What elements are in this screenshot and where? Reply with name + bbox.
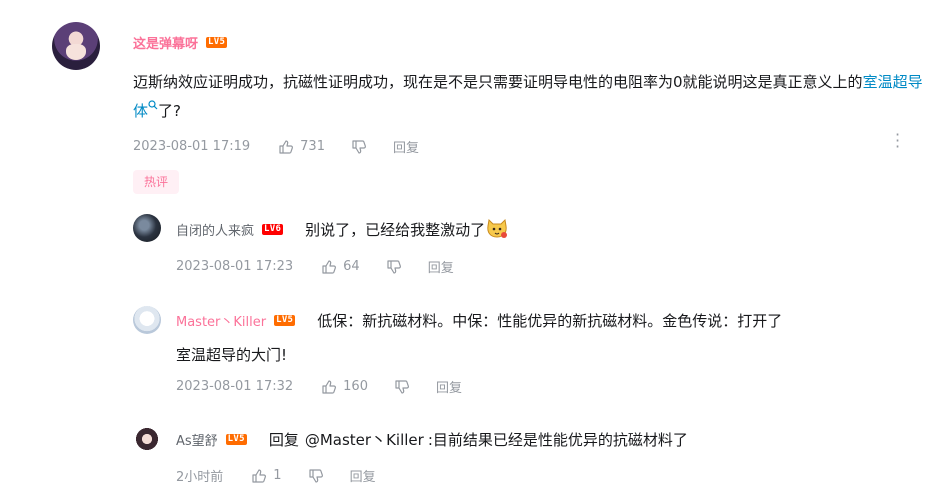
reply-button[interactable]: 回复 <box>436 377 462 396</box>
level-badge: LV5 <box>225 434 247 445</box>
comment-header: 这是弹幕呀 LV5 <box>133 33 228 52</box>
dislike-icon[interactable] <box>386 259 402 275</box>
like-icon[interactable] <box>278 139 294 155</box>
reply-prefix: 回复 <box>268 431 299 449</box>
username[interactable]: 自闭的人来疯 <box>176 220 254 239</box>
like-count: 1 <box>273 468 282 483</box>
like-icon[interactable] <box>321 379 337 395</box>
comment-text-end: 了? <box>158 102 181 120</box>
reply-meta: 2023-08-01 17:32 160 回复 <box>176 377 462 396</box>
avatar[interactable] <box>133 425 161 453</box>
avatar[interactable] <box>133 214 161 242</box>
reply-text: :目前结果已经是性能优异的抗磁材料了 <box>427 431 688 449</box>
reply-row: 自闭的人来疯 LV6 别说了，已经给我整激动了 <box>176 218 509 240</box>
reply-button[interactable]: 回复 <box>428 257 454 276</box>
excited-emoji-icon <box>487 218 508 238</box>
dislike-icon[interactable] <box>394 379 410 395</box>
avatar[interactable] <box>52 22 100 70</box>
reply-button[interactable]: 回复 <box>393 137 419 156</box>
reply-text: 别说了，已经给我整激动了 <box>305 220 486 239</box>
timestamp: 2023-08-01 17:32 <box>176 379 294 394</box>
level-badge: LV5 <box>274 315 296 326</box>
more-options-icon[interactable]: · · · <box>895 127 900 155</box>
username[interactable]: 这是弹幕呀 <box>133 33 198 52</box>
username[interactable]: Master丶Killer <box>176 311 266 330</box>
reply-row: As望舒 LV5 回复 @Master丶Killer :目前结果已经是性能优异的… <box>176 429 688 450</box>
reply-row: Master丶Killer LV5 低保：新抗磁材料。中保：性能优异的新抗磁材料… <box>176 310 782 331</box>
timestamp: 2023-08-01 17:19 <box>133 139 251 154</box>
reply-meta: 2小时前 1 回复 <box>176 466 376 485</box>
dislike-icon[interactable] <box>308 468 324 484</box>
mention-link[interactable]: @Master丶Killer <box>305 429 424 450</box>
reply-button[interactable]: 回复 <box>350 466 376 485</box>
username[interactable]: As望舒 <box>176 430 218 449</box>
timestamp: 2023-08-01 17:23 <box>176 259 294 274</box>
avatar[interactable] <box>133 306 161 334</box>
like-count: 160 <box>343 379 368 394</box>
reply-text: 低保：新抗磁材料。中保：性能优异的新抗磁材料。金色传说：打开了 <box>317 312 783 330</box>
like-count: 64 <box>343 259 360 274</box>
level-badge: LV6 <box>262 223 284 235</box>
level-badge: LV5 <box>206 37 228 48</box>
reply-text-continued: 室温超导的大门! <box>176 346 288 364</box>
comment-meta: 2023-08-01 17:19 731 回复 <box>133 137 419 156</box>
hot-badge: 热评 <box>133 170 179 194</box>
like-count: 731 <box>300 139 325 154</box>
comment-content: 迈斯纳效应证明成功，抗磁性证明成功，现在是不是只需要证明导电性的电阻率为0就能说… <box>133 68 933 126</box>
like-icon[interactable] <box>321 259 337 275</box>
timestamp: 2小时前 <box>176 470 224 485</box>
search-icon <box>148 100 158 110</box>
comment-text: 迈斯纳效应证明成功，抗磁性证明成功，现在是不是只需要证明导电性的电阻率为0就能说… <box>133 73 863 91</box>
like-icon[interactable] <box>251 468 267 484</box>
reply-meta: 2023-08-01 17:23 64 回复 <box>176 257 454 276</box>
dislike-icon[interactable] <box>351 139 367 155</box>
